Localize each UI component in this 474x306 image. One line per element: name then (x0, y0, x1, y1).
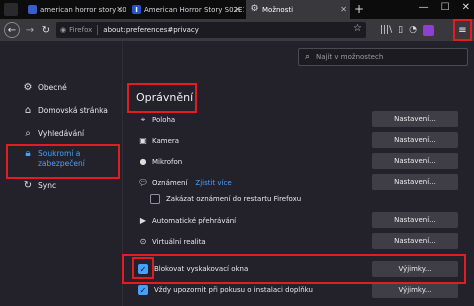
microphone-icon: ● (139, 157, 147, 166)
search-placeholder: Najít v možnostech (316, 53, 384, 61)
notification-icon: 💬︎ (138, 178, 149, 187)
permission-camera: ▣ Kamera (138, 136, 179, 145)
sidebar-item-home[interactable]: ⌂ Domovská stránka (22, 106, 108, 116)
permission-microphone: ● Mikrofon (138, 157, 183, 166)
tab-title: American Horror Story S02E13 (144, 5, 244, 14)
tab-1[interactable]: american horror story s02e13 ✕ (24, 0, 126, 19)
firefox-identity-icon: ◉ (60, 26, 67, 34)
pause-notifications-row: Zakázat oznámení do restartu Firefoxu (150, 194, 301, 204)
addon-warning-row: ✓ Vždy upozornit při pokusu o instalaci … (138, 285, 313, 295)
permission-label: Kamera (152, 136, 180, 145)
permission-label: Oznámení (152, 178, 188, 187)
section-title: Oprávnění (136, 91, 194, 104)
back-button[interactable]: ← (4, 22, 20, 38)
close-tab-icon[interactable]: ✕ (234, 5, 241, 14)
permission-label: Poloha (152, 116, 176, 124)
new-tab-button[interactable]: + (354, 2, 364, 16)
permission-autoplay: ▶ Automatické přehrávání (138, 216, 236, 225)
tab-title: american horror story s02e13 (40, 5, 126, 14)
sidebar-item-search[interactable]: ⌕ Vyhledávání (22, 129, 84, 139)
permission-notifications: 💬︎ Oznámení Zjistit více (138, 178, 232, 187)
url-text[interactable]: about:preferences#privacy (103, 26, 199, 34)
sync-icon: ↻ (23, 180, 33, 191)
library-icon[interactable]: |||\ (380, 25, 392, 35)
learn-more-link[interactable]: Zjistit více (195, 179, 231, 187)
notifications-settings-button[interactable]: Nastavení... (372, 174, 458, 190)
checkbox-label: Vždy upozornit při pokusu o instalaci do… (154, 286, 313, 294)
sidebar-toggle-icon[interactable]: ▯ (398, 25, 403, 35)
video-icon (28, 5, 37, 14)
vr-settings-button[interactable]: Nastavení... (372, 233, 458, 249)
site-i-icon: I (132, 5, 141, 14)
toolbar-icons: |||\ ▯ ◔ (380, 22, 434, 38)
highlight-box-checkbox (132, 257, 154, 279)
search-icon: ⌕ (25, 128, 31, 139)
autoplay-settings-button[interactable]: Nastavení... (372, 212, 458, 228)
url-separator (97, 25, 99, 35)
close-tab-icon[interactable]: ✕ (340, 5, 347, 14)
gear-icon: ⚙ (23, 82, 33, 93)
autoplay-icon: ▶ (139, 216, 147, 225)
minimize-icon[interactable]: — (419, 2, 429, 13)
close-window-icon[interactable]: ✕ (462, 2, 470, 13)
pause-notifications-checkbox[interactable] (150, 194, 160, 204)
search-input[interactable]: ⌕ Najít v možnostech (298, 48, 468, 66)
reload-button[interactable]: ↻ (38, 22, 54, 38)
addon-warning-checkbox[interactable]: ✓ (138, 285, 148, 295)
navigation-bar: ← → ↻ ◉ Firefox about:preferences#privac… (0, 19, 474, 41)
tab-2[interactable]: I American Horror Story S02E13 ✕ (128, 0, 244, 19)
close-tab-icon[interactable]: ✕ (116, 5, 123, 14)
extension-icon[interactable] (422, 24, 434, 36)
camera-icon: ▣ (139, 136, 147, 145)
location-settings-button[interactable]: Nastavení... (372, 111, 458, 127)
tab-options[interactable]: ⚙ Možnosti ✕ (246, 0, 350, 19)
highlight-box-sidebar (6, 144, 120, 179)
location-icon: ⌖ (140, 115, 146, 124)
permission-location: ⌖ Poloha (138, 115, 175, 125)
home-icon: ⌂ (24, 105, 32, 116)
checkbox-label: Zakázat oznámení do restartu Firefoxu (166, 195, 302, 203)
camera-settings-button[interactable]: Nastavení... (372, 132, 458, 148)
sidebar-item-label: Domovská stránka (38, 106, 108, 115)
tab-title: Možnosti (262, 5, 294, 14)
url-bar[interactable]: ◉ Firefox about:preferences#privacy ☆ (56, 22, 366, 38)
permission-label: Automatické přehrávání (152, 216, 237, 225)
account-icon[interactable]: ◔ (409, 25, 417, 35)
forward-button[interactable]: → (22, 22, 38, 38)
gear-icon: ⚙ (250, 4, 259, 14)
window-controls: — ☐ ✕ (419, 2, 470, 13)
addon-exceptions-button[interactable]: Výjimky... (372, 282, 458, 298)
identity-label: Firefox (69, 26, 93, 34)
preferences-content: ⌕ Najít v možnostech ⚙ Obecné ⌂ Domovská… (0, 41, 474, 306)
sidebar-item-label: Sync (38, 181, 57, 190)
tab-overview-button[interactable] (4, 3, 18, 16)
sidebar-item-general[interactable]: ⚙ Obecné (22, 83, 67, 93)
sidebar-item-sync[interactable]: ↻ Sync (22, 181, 56, 191)
tab-strip: american horror story s02e13 ✕ I America… (0, 0, 474, 19)
permission-label: Virtuální realita (152, 237, 206, 246)
permission-label: Mikrofon (152, 157, 183, 166)
highlight-box-popups (122, 254, 466, 284)
search-icon: ⌕ (305, 52, 311, 62)
microphone-settings-button[interactable]: Nastavení... (372, 153, 458, 169)
bookmark-star-icon[interactable]: ☆ (353, 23, 362, 34)
permission-vr: ⊙ Virtuální realita (138, 237, 206, 246)
sidebar-item-label: Obecné (38, 83, 67, 92)
maximize-icon[interactable]: ☐ (441, 2, 450, 13)
hamburger-menu-button[interactable]: ≡ (453, 19, 472, 41)
sidebar-item-label: Vyhledávání (38, 129, 85, 138)
vr-icon: ⊙ (139, 237, 147, 246)
